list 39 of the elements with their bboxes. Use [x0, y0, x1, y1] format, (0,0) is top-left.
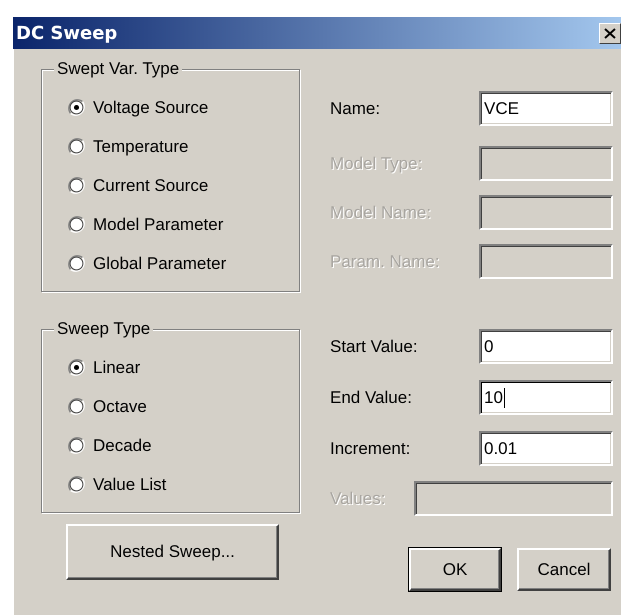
- radio-label: Current Source: [93, 176, 208, 196]
- radio-label: Decade: [93, 436, 152, 456]
- radio-button[interactable]: [68, 177, 85, 194]
- input-field[interactable]: 10: [479, 380, 613, 415]
- radio-label: Value List: [93, 474, 166, 494]
- text-cursor: [504, 388, 505, 408]
- radio-button[interactable]: [68, 476, 85, 493]
- radio-label: Octave: [93, 396, 147, 416]
- input-field[interactable]: VCE: [479, 91, 613, 126]
- dialog-button[interactable]: OK: [409, 548, 501, 591]
- radio-button[interactable]: [68, 359, 85, 376]
- group-title: Sweep Type: [54, 319, 154, 339]
- radio-label: Model Parameter: [93, 214, 224, 234]
- radio-button[interactable]: [68, 216, 85, 233]
- radio-button[interactable]: [68, 99, 85, 116]
- input-field[interactable]: [479, 244, 613, 279]
- radio-label: Global Parameter: [93, 254, 226, 274]
- close-icon: [604, 28, 616, 38]
- input-field[interactable]: [479, 195, 613, 230]
- window-title: DC Sweep: [16, 22, 118, 44]
- radio-button[interactable]: [68, 437, 85, 454]
- field-label: Increment:: [330, 438, 410, 458]
- close-button[interactable]: [599, 22, 621, 44]
- radio-label: Voltage Source: [93, 98, 208, 118]
- field-label: Start Value:: [330, 336, 418, 356]
- radio-button[interactable]: [68, 255, 85, 272]
- input-field[interactable]: 0: [479, 329, 613, 364]
- field-label: Name:: [330, 98, 380, 118]
- field-label: End Value:: [330, 388, 412, 408]
- dialog-button[interactable]: Nested Sweep...: [66, 524, 279, 580]
- input-field[interactable]: [414, 481, 613, 516]
- radio-label: Temperature: [93, 136, 188, 156]
- radio-button[interactable]: [68, 398, 85, 415]
- input-field[interactable]: [479, 146, 613, 181]
- dialog-button[interactable]: Cancel: [517, 548, 611, 591]
- radio-button[interactable]: [68, 138, 85, 155]
- group-title: Swept Var. Type: [54, 59, 182, 79]
- input-field[interactable]: 0.01: [479, 431, 613, 466]
- radio-label: Linear: [93, 358, 140, 378]
